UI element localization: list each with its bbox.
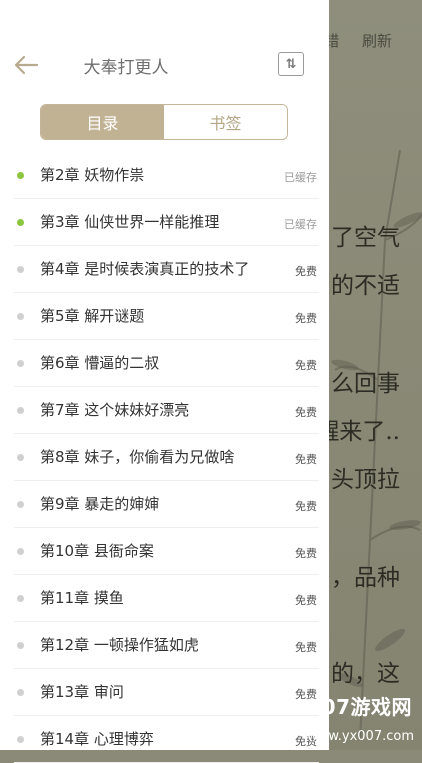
chapter-title: 第12章 一顿操作猛如虎: [40, 636, 199, 654]
chapter-row[interactable]: 第12章 一顿操作猛如虎 免费: [14, 622, 319, 669]
chapter-status: 免费: [295, 641, 317, 654]
chapter-status: 免费: [295, 453, 317, 466]
tab-toc[interactable]: 目录: [41, 105, 164, 139]
unread-dot-icon: [17, 360, 24, 367]
chapter-row[interactable]: 第8章 妹子，你偷看为兄做啥 免费: [14, 434, 319, 481]
chapter-title: 第3章 仙侠世界一样能推理: [40, 213, 220, 231]
drawer-tabs: 目录 书签: [40, 104, 288, 140]
chapter-drawer: 大奉打更人 ⇅ 目录 书签 第2章 妖物作祟 已缓存 第3章 仙侠世界一样能推理 已缓…: [0, 0, 329, 763]
chapter-row[interactable]: 第10章 县衙命案 免费: [14, 528, 319, 575]
chapter-title: 第2章 妖物作祟: [40, 166, 145, 184]
chapter-title: 第7章 这个妹妹好漂亮: [40, 401, 190, 419]
chapter-title: 第6章 懵逼的二叔: [40, 354, 160, 372]
unread-dot-icon: [17, 548, 24, 555]
unread-dot-icon: [17, 689, 24, 696]
chapter-status: 免费: [295, 312, 317, 325]
chapter-status: 免费: [295, 500, 317, 513]
chapter-title: 第9章 暴走的婶婶: [40, 495, 160, 513]
chapter-row[interactable]: 第3章 仙侠世界一样能推理 已缓存: [14, 199, 319, 246]
chapter-status: 免费: [295, 547, 317, 560]
sort-order-button[interactable]: ⇅: [278, 52, 304, 76]
chapter-title: 第8章 妹子，你偷看为兄做啥: [40, 448, 235, 466]
unread-dot-icon: [17, 454, 24, 461]
chapter-title: 第13章 审问: [40, 683, 124, 701]
chapter-row[interactable]: 第14章 心理博弈 免费: [14, 716, 319, 763]
chapter-status: 已缓存: [284, 218, 317, 231]
chapter-row[interactable]: 第6章 懵逼的二叔 免费: [14, 340, 319, 387]
unread-dot-icon: [17, 266, 24, 273]
refresh-link[interactable]: 刷新: [362, 32, 392, 50]
unread-dot-icon: [17, 642, 24, 649]
chapter-status: 已缓存: [284, 171, 317, 184]
chapter-title: 第10章 县衙命案: [40, 542, 154, 560]
cached-dot-icon: [17, 172, 24, 179]
sort-icon: ⇅: [285, 56, 297, 72]
chapter-status: 免费: [295, 359, 317, 372]
chapter-row[interactable]: 第9章 暴走的婶婶 免费: [14, 481, 319, 528]
chapter-status: 免费: [295, 594, 317, 607]
chapter-row[interactable]: 第11章 摸鱼 免费: [14, 575, 319, 622]
unread-dot-icon: [17, 595, 24, 602]
chapter-title: 第14章 心理博弈: [40, 730, 154, 748]
cached-dot-icon: [17, 219, 24, 226]
chapter-title: 第5章 解开谜题: [40, 307, 145, 325]
book-title: 大奉打更人: [83, 58, 169, 78]
chapter-list: 第2章 妖物作祟 已缓存 第3章 仙侠世界一样能推理 已缓存 第4章 是时候表演真正的技…: [0, 152, 329, 763]
watermark-brand: 007游戏网: [307, 695, 412, 719]
chapter-status: 免费: [295, 406, 317, 419]
chapter-title: 第11章 摸鱼: [40, 589, 124, 607]
chapter-row[interactable]: 第5章 解开谜题 免费: [14, 293, 319, 340]
chapter-row[interactable]: 第2章 妖物作祟 已缓存: [14, 152, 319, 199]
unread-dot-icon: [17, 501, 24, 508]
unread-dot-icon: [17, 407, 24, 414]
unread-dot-icon: [17, 313, 24, 320]
watermark-url: www.yx007.com: [307, 729, 414, 744]
chapter-row[interactable]: 第4章 是时候表演真正的技术了 免费: [14, 246, 319, 293]
chapter-row[interactable]: 第7章 这个妹妹好漂亮 免费: [14, 387, 319, 434]
unread-dot-icon: [17, 736, 24, 743]
tab-bookmarks[interactable]: 书签: [164, 105, 287, 139]
chapter-title: 第4章 是时候表演真正的技术了: [40, 260, 250, 278]
chapter-row[interactable]: 第13章 审问 免费: [14, 669, 319, 716]
chapter-status: 免费: [295, 265, 317, 278]
